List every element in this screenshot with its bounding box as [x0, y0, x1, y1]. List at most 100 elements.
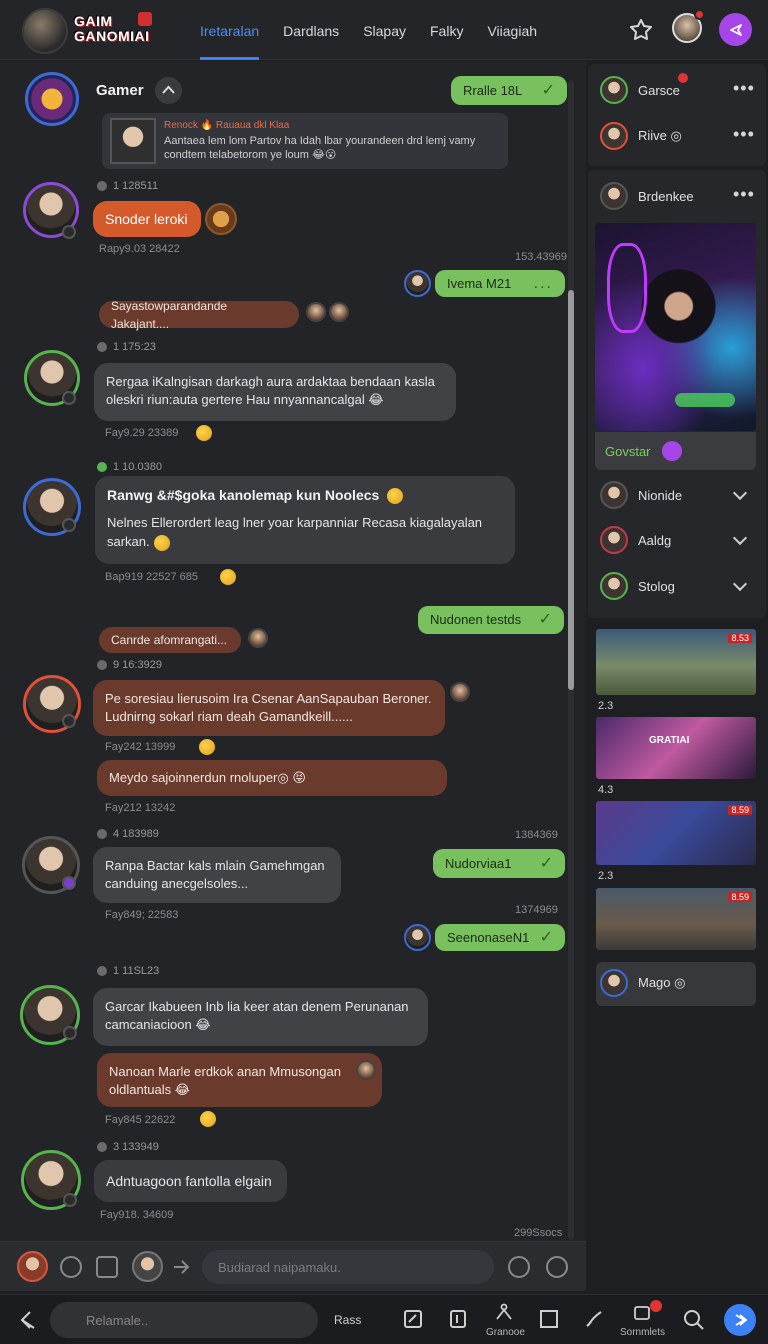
message-bubble-outgoing[interactable]: SeenonaseN1 ✓ — [435, 924, 565, 951]
settings-star-icon[interactable] — [627, 16, 655, 44]
message-meta: 1 128511 — [97, 180, 158, 192]
more-icon[interactable]: ••• — [733, 78, 755, 99]
granooe-button[interactable] — [488, 1297, 520, 1329]
reply-icon — [97, 342, 107, 352]
message-timestamp: 153.43969 — [515, 251, 567, 263]
avatar[interactable] — [404, 270, 431, 297]
notification-dot — [678, 73, 688, 83]
message-bubble-outgoing[interactable]: Ivema M21... — [435, 270, 565, 297]
calendar-icon — [634, 1306, 650, 1320]
message-bubble[interactable]: Meydo sajoinnerdun rnoluper◎ 😝 — [97, 760, 447, 796]
edit-button[interactable] — [397, 1303, 429, 1335]
share-icon — [729, 23, 742, 36]
avatar-badge — [62, 876, 76, 890]
app-logo[interactable] — [22, 8, 68, 54]
back-icon[interactable] — [16, 1309, 38, 1331]
bottom-bar: Rass Granooe Sornmlets — [0, 1294, 768, 1344]
message-bubble[interactable]: Canrde afomrangati... — [99, 627, 241, 653]
message-text: Canrde afomrangati... — [111, 633, 228, 647]
reaction-icon[interactable] — [205, 203, 237, 235]
app-title-line2: GANOMIAI — [74, 28, 150, 44]
message-bubble-outgoing[interactable]: Rralle 18L ✓ — [451, 76, 567, 105]
message-meta: 1 10.0380 — [97, 461, 162, 473]
user-row[interactable]: Garsce — [600, 76, 680, 104]
video-thumbnail[interactable]: 8.53 — [596, 629, 756, 695]
group-avatar[interactable] — [25, 72, 79, 126]
avatar — [600, 481, 628, 509]
tab-dardlans[interactable]: Dardlans — [283, 0, 339, 60]
message-bubble[interactable]: Garcar Ikabueen Inb lia keer atan denem … — [93, 988, 428, 1046]
video-thumbnail[interactable]: 8.59 — [596, 888, 756, 950]
section-row[interactable]: Nionide — [600, 481, 682, 509]
search-icon[interactable] — [682, 1308, 706, 1332]
more-icon[interactable]: ••• — [733, 184, 755, 205]
thumbnail-caption: 2.3 — [598, 870, 614, 882]
send-button[interactable] — [724, 1304, 756, 1336]
emoji-picker-icon[interactable] — [508, 1256, 530, 1278]
quote-text: Aantaea lem lom Partov ha Idah lbar your… — [164, 135, 476, 161]
message-bubble-outgoing[interactable]: Nudonen testds ✓ — [418, 606, 564, 634]
message-bubble-outgoing[interactable]: Nudorviaa1 ✓ — [433, 849, 565, 878]
main-nav: Iretaralan Dardlans Slapay Falky Viiagia… — [200, 0, 537, 60]
share-button[interactable] — [719, 13, 752, 46]
user-row[interactable]: Riive ◎ — [600, 122, 682, 150]
avatar[interactable] — [404, 924, 431, 951]
check-icon: ✓ — [539, 854, 553, 872]
notification-dot — [694, 9, 705, 20]
message-text: Pe soresiau lierusoim Ira Csenar AanSapa… — [105, 691, 432, 724]
video-thumbnail[interactable]: GRATIAI — [596, 717, 756, 779]
page-button[interactable] — [442, 1303, 474, 1335]
search-input[interactable] — [50, 1302, 318, 1338]
reaction-avatar — [248, 628, 268, 648]
message-input[interactable] — [202, 1250, 494, 1284]
user-name: Brdenkee — [638, 188, 694, 204]
section-row[interactable]: Aaldg — [600, 526, 671, 554]
bottom-item-rass[interactable]: Rass — [334, 1313, 361, 1327]
message-timestamp: Fay9.29 23389 — [105, 427, 179, 439]
gallery-icon[interactable] — [96, 1256, 118, 1278]
quoted-message[interactable]: Renock 🔥 Rauaua dkl Klaa Aantaea lem lom… — [102, 113, 508, 169]
user-row[interactable]: Brdenkee — [600, 182, 694, 210]
quote-avatar — [110, 118, 156, 164]
attach-icon[interactable] — [60, 1256, 82, 1278]
notification-dot — [650, 1300, 662, 1312]
reaction-avatar — [306, 302, 326, 322]
typing-dots: ... — [533, 274, 553, 292]
reaction-avatar — [329, 302, 349, 322]
window-button[interactable] — [533, 1303, 565, 1335]
emoji-icon — [220, 569, 236, 585]
edit-icon — [404, 1310, 422, 1328]
clock-icon[interactable] — [546, 1256, 568, 1278]
mention-avatar[interactable] — [132, 1251, 163, 1282]
message-bubble[interactable]: Adntuagoon fantolla elgain — [94, 1160, 287, 1202]
message-meta-text: 9 16:3929 — [113, 659, 162, 671]
message-bubble[interactable]: Pe soresiau lierusoim Ira Csenar AanSapa… — [93, 680, 445, 736]
user-name: Mago ◎ — [638, 975, 686, 990]
message-bubble[interactable]: Ranpa Bactar kals mlain Gamehmgan candui… — [93, 847, 341, 903]
message-bubble[interactable]: Snoder leroki — [93, 201, 201, 237]
message-bubble[interactable]: Nanoan Marle erdkok anan Mmusongan oldla… — [97, 1053, 382, 1107]
forward-icon[interactable] — [170, 1256, 192, 1278]
tab-slapay[interactable]: Slapay — [363, 0, 406, 60]
brush-button[interactable] — [578, 1303, 610, 1335]
chat-scrollbar-thumb[interactable] — [568, 290, 574, 690]
thumbnail-title: GRATIAI — [649, 735, 690, 746]
tab-iretaralan[interactable]: Iretaralan — [200, 0, 260, 60]
message-bubble[interactable]: Ranwg &#$goka kanolemap kun Noolecs Neln… — [95, 476, 515, 564]
section-name: Aaldg — [638, 532, 672, 548]
video-thumbnail[interactable]: 8.59 — [596, 801, 756, 865]
more-icon[interactable]: ••• — [733, 124, 755, 145]
tab-viiagiah[interactable]: Viiagiah — [487, 0, 537, 60]
tab-falky[interactable]: Falky — [430, 0, 463, 60]
composer-avatar[interactable] — [17, 1251, 48, 1282]
message-bubble[interactable]: Sayastowparandande Jakajant.... — [99, 299, 299, 331]
emoji-icon — [153, 534, 170, 551]
footer-user-row[interactable]: Mago ◎ — [600, 969, 685, 997]
featured-image[interactable] — [595, 223, 756, 431]
featured-badge-icon — [662, 441, 682, 461]
section-row[interactable]: Stolog — [600, 572, 675, 600]
collapse-button[interactable] — [155, 77, 182, 104]
message-text: Sayastowparandande Jakajant.... — [111, 298, 228, 331]
avatar-badge — [62, 714, 76, 728]
message-bubble[interactable]: Rergaa iKalngisan darkagh aura ardaktaa … — [94, 363, 456, 421]
